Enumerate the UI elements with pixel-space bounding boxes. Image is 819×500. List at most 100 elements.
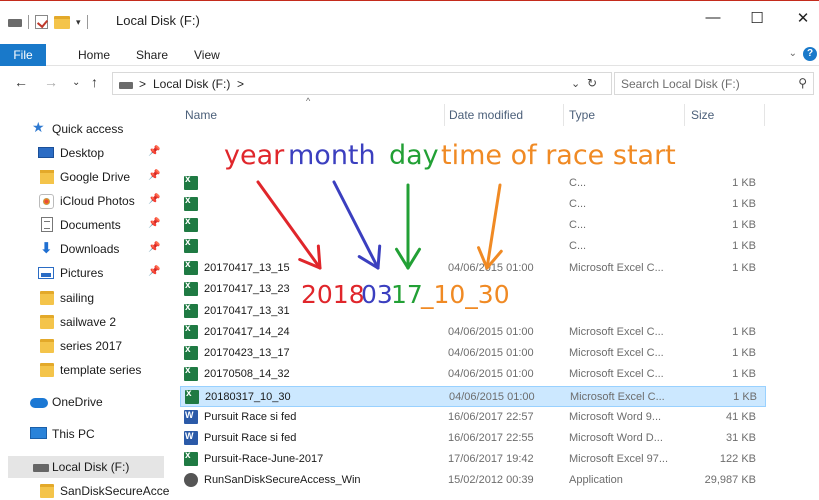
back-button[interactable]: ← [14, 74, 28, 90]
file-type: Microsoft Word 9... [569, 411, 662, 423]
column-divider[interactable] [684, 104, 685, 126]
refresh-button[interactable]: ↻ [587, 76, 597, 90]
file-date-modified: 15/02/2012 00:39 [448, 474, 534, 486]
sidebar-item-pictures[interactable]: Pictures 📌 [0, 262, 168, 284]
search-input[interactable] [621, 76, 781, 92]
word-file-icon [184, 410, 198, 424]
sidebar-item-sandisk[interactable]: SanDiskSecureAcce [0, 480, 169, 500]
pin-icon[interactable]: 📌 [148, 146, 160, 157]
file-type: Microsoft Excel C... [569, 262, 664, 274]
tab-share[interactable]: Share [136, 44, 168, 66]
file-type: Microsoft Excel C... [569, 368, 664, 380]
pin-icon[interactable]: 📌 [148, 170, 160, 181]
file-row[interactable]: Pursuit-Race-June-2017 17/06/2017 19:42 Mi… [180, 449, 766, 470]
application-icon [184, 473, 198, 487]
maximize-button[interactable]: ☐ [747, 9, 767, 27]
onedrive-icon [30, 398, 48, 408]
sidebar-item-label: Downloads [60, 242, 120, 256]
file-date-modified: 04/06/2015 01:00 [448, 368, 534, 380]
sidebar-item-icloud-photos[interactable]: iCloud Photos 📌 [0, 190, 168, 212]
file-row[interactable]: 20170423_13_17 04/06/2015 01:00 Microsoft … [180, 343, 766, 364]
forward-button[interactable]: → [44, 74, 58, 90]
file-row[interactable]: C... 1 KB [180, 236, 766, 257]
column-header-name[interactable]: Name [185, 108, 217, 122]
file-size: 1 KB [732, 368, 756, 380]
sidebar-item-label: sailing [60, 291, 95, 305]
sidebar-item-this-pc[interactable]: This PC [0, 423, 168, 445]
sidebar-item-label: series 2017 [60, 339, 123, 353]
tab-view[interactable]: View [194, 44, 220, 66]
sidebar-item-onedrive[interactable]: OneDrive [0, 391, 168, 413]
file-row[interactable]: 20170417_13_15 04/06/2015 01:00 Microsoft … [180, 258, 766, 279]
sidebar-item-sailwave-2[interactable]: sailwave 2 [0, 311, 168, 333]
sidebar-item-desktop[interactable]: Desktop 📌 [0, 142, 168, 164]
excel-file-icon [184, 174, 198, 190]
sort-ascending-icon: ^ [306, 96, 311, 106]
pin-icon[interactable]: 📌 [148, 266, 160, 277]
file-row[interactable]: 20180317_10_30 04/06/2015 01:00 Microsoft … [180, 386, 766, 407]
pin-icon[interactable]: 📌 [148, 194, 160, 205]
excel-file-icon [184, 365, 198, 381]
annotation-label-year: year [224, 140, 285, 171]
minimize-button[interactable]: — [703, 9, 723, 26]
excel-file-icon [184, 280, 198, 296]
sidebar-item-documents[interactable]: Documents 📌 [0, 214, 168, 236]
up-button[interactable]: ↑ [91, 74, 98, 90]
breadcrumb-separator[interactable]: > [237, 77, 244, 91]
sidebar-item-label: Google Drive [60, 170, 131, 184]
sidebar-item-label: template series [60, 363, 142, 377]
file-date-modified: 16/06/2017 22:55 [448, 432, 534, 444]
sidebar-item-google-drive[interactable]: Google Drive 📌 [0, 166, 168, 188]
column-divider[interactable] [764, 104, 765, 126]
column-header-type[interactable]: Type [569, 108, 595, 122]
sidebar-item-template-series[interactable]: template series [0, 359, 168, 381]
customize-toolbar-dropdown[interactable]: ▾ [76, 17, 81, 28]
sidebar-item-downloads[interactable]: ⬇ Downloads 📌 [0, 238, 168, 260]
excel-file-icon [184, 323, 198, 339]
file-row[interactable]: C... 1 KB [180, 215, 766, 236]
column-header-size[interactable]: Size [691, 108, 714, 122]
column-divider[interactable] [444, 104, 445, 126]
file-row[interactable]: 20170508_14_32 04/06/2015 01:00 Microsoft … [180, 364, 766, 385]
excel-file-icon [184, 195, 198, 211]
file-row[interactable]: RunSanDiskSecureAccess_Win 15/02/2012 00:… [180, 470, 766, 491]
file-name: 20170508_14_32 [204, 368, 290, 380]
sidebar-item-sailing[interactable]: sailing [0, 287, 168, 309]
file-date-modified: 04/06/2015 01:00 [449, 391, 535, 403]
file-row[interactable]: C... 1 KB [180, 173, 766, 194]
sidebar-item-series-2017[interactable]: series 2017 [0, 335, 168, 357]
breadcrumb-local-disk[interactable]: Local Disk (F:) [153, 77, 230, 91]
close-button[interactable]: ✕ [793, 9, 813, 27]
column-header-date-modified[interactable]: Date modified [449, 108, 523, 122]
drive-icon [33, 464, 49, 472]
column-divider[interactable] [563, 104, 564, 126]
expand-ribbon-icon[interactable]: ⌄ [789, 48, 797, 59]
search-box[interactable]: ⚲ [614, 72, 814, 95]
pin-icon[interactable]: 📌 [148, 242, 160, 253]
tab-home[interactable]: Home [78, 44, 110, 66]
sidebar-item-quick-access[interactable]: ★ Quick access [0, 118, 168, 140]
search-icon[interactable]: ⚲ [798, 76, 807, 90]
excel-file-icon [184, 302, 198, 318]
file-row[interactable]: 20170417_14_24 04/06/2015 01:00 Microsoft … [180, 322, 766, 343]
help-icon[interactable]: ? [803, 47, 817, 61]
breadcrumb-separator[interactable]: > [139, 77, 146, 91]
new-folder-icon[interactable] [54, 15, 70, 29]
drive-icon[interactable] [8, 19, 22, 27]
pin-icon[interactable]: 📌 [148, 218, 160, 229]
file-row[interactable]: C... 1 KB [180, 194, 766, 215]
folder-icon [40, 484, 54, 498]
sidebar-item-local-disk[interactable]: Local Disk (F:) [8, 456, 164, 478]
file-name: 20170417_13_15 [204, 262, 290, 274]
tab-file[interactable]: File [0, 44, 46, 66]
navigation-pane: ★ Quick access Desktop 📌 Google Drive 📌 … [0, 100, 170, 500]
file-row[interactable]: Pursuit Race si fed 16/06/2017 22:57 Micro… [180, 407, 766, 428]
address-bar[interactable]: > Local Disk (F:) > ⌄ ↻ [112, 72, 612, 95]
address-dropdown[interactable]: ⌄ [571, 77, 580, 90]
sidebar-item-label: OneDrive [52, 395, 103, 409]
file-size: 29,987 KB [704, 474, 756, 486]
properties-icon[interactable] [35, 15, 48, 29]
file-row[interactable]: Pursuit Race si fed 16/06/2017 22:55 Micro… [180, 428, 766, 449]
file-name: Pursuit Race si fed [204, 432, 297, 444]
recent-locations-dropdown[interactable]: ⌄ [72, 77, 80, 88]
